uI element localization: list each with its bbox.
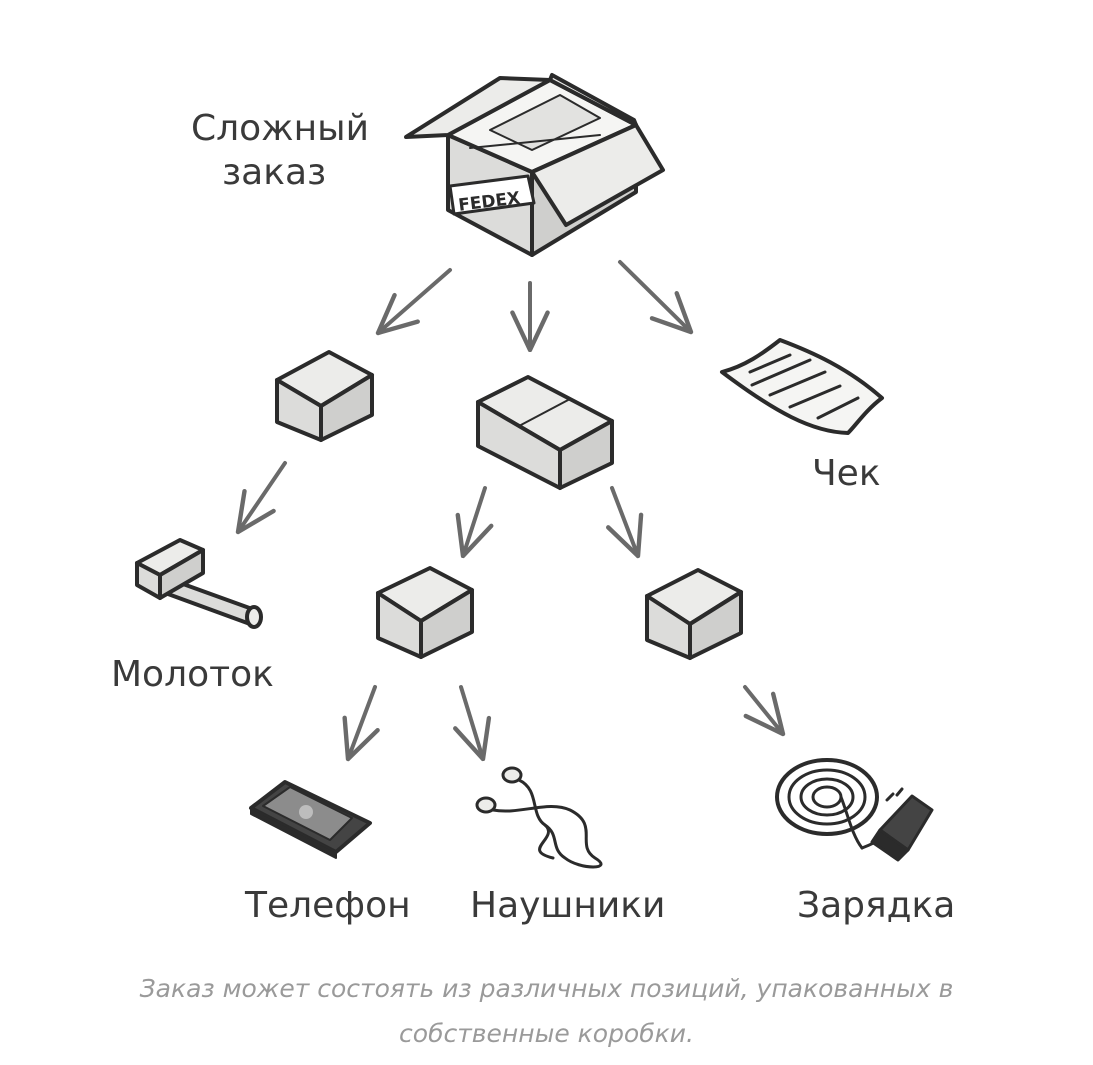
charger-icon (775, 758, 934, 862)
arrow-box-to-box-phone-group (455, 486, 494, 559)
caption-line2: собственные коробки. (399, 1019, 694, 1048)
box-icon (645, 568, 743, 660)
arrow-box-to-phone (342, 685, 380, 762)
label-phone: Телефон (245, 885, 411, 926)
open-box-icon: FEDEX (404, 73, 665, 257)
box-icon (275, 350, 374, 442)
arrow-order-to-box-left (375, 268, 452, 336)
receipt-icon (720, 338, 884, 435)
arrow-box-to-headphones (453, 685, 492, 762)
hammer-icon (135, 538, 263, 629)
label-headphones: Наушники (470, 885, 666, 926)
label-charger: Зарядка (797, 885, 956, 926)
arrow-box-to-box-charger (606, 486, 644, 559)
caption-line1: Заказ может состоять из различных позици… (139, 974, 954, 1003)
box-icon (476, 375, 614, 490)
label-complex-order: Сложный заказ (191, 107, 369, 195)
phone-icon (249, 780, 372, 859)
box-icon (376, 566, 474, 659)
label-complex-order-line2: заказ (222, 151, 327, 193)
figure-caption: Заказ может состоять из различных позици… (100, 966, 993, 1056)
label-hammer: Молоток (111, 654, 274, 695)
headphones-icon (475, 766, 603, 869)
arrows (235, 260, 786, 762)
arrow-order-to-receipt (618, 260, 694, 335)
arrow-box-to-hammer (235, 461, 287, 535)
label-complex-order-line1: Сложный (191, 108, 369, 149)
label-receipt: Чек (812, 453, 881, 494)
arrow-box-to-charger (743, 685, 786, 737)
